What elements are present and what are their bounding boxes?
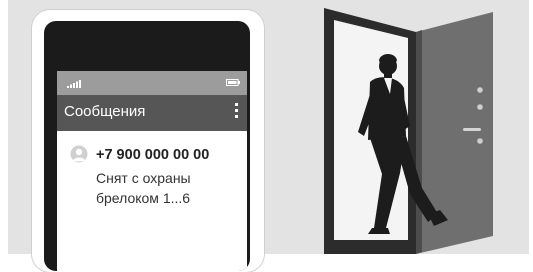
door-lock-icon: [477, 87, 483, 93]
more-vert-icon[interactable]: [234, 103, 238, 121]
door-handle: [463, 128, 481, 131]
app-bar: Сообщения: [57, 95, 247, 131]
message-sender: +7 900 000 00 00: [96, 147, 210, 163]
battery-icon: [226, 79, 240, 86]
app-title: Сообщения: [64, 103, 146, 120]
contact-avatar-icon: [70, 145, 88, 163]
message-preview-line-1: Снят с охраны: [96, 170, 191, 186]
message-preview-line-2: брелоком 1...6: [96, 190, 191, 206]
message-preview: Снят с охраны брелоком 1...6: [96, 168, 236, 208]
signal-icon: [67, 80, 81, 88]
phone-device: Сообщения +7 900 000 00 00 Снят с охраны: [32, 10, 264, 272]
phone-screen: Сообщения +7 900 000 00 00 Снят с охраны: [57, 71, 247, 271]
phone-bezel: Сообщения +7 900 000 00 00 Снят с охраны: [44, 21, 250, 271]
door-illustration: [324, 8, 493, 254]
message-list-item[interactable]: +7 900 000 00 00 Снят с охраны брелоком …: [57, 137, 247, 237]
status-bar: [57, 71, 247, 95]
illustration-background: Сообщения +7 900 000 00 00 Снят с охраны: [8, 0, 529, 272]
